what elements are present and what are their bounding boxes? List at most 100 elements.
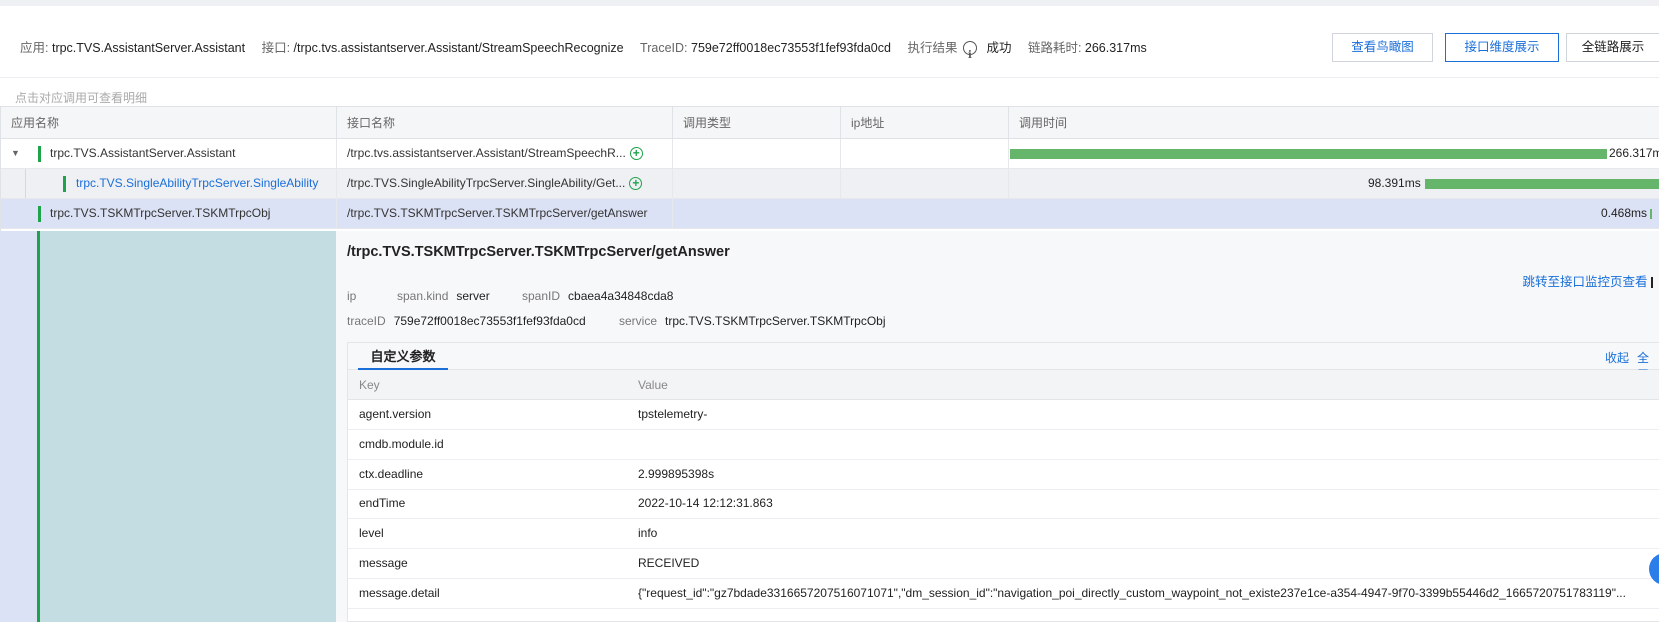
detail-tree-gutter: [0, 231, 336, 622]
info-icon[interactable]: i: [962, 41, 977, 61]
level-marker: [37, 231, 40, 622]
ip-field: ip: [347, 289, 364, 303]
interface-name: /trpc.TVS.SingleAbilityTrpcServer.Single…: [347, 176, 626, 190]
param-key: level: [359, 526, 384, 540]
interface-cell: /trpc.TVS.SingleAbilityTrpcServer.Single…: [337, 169, 673, 198]
spanid-label: spanID: [522, 289, 561, 303]
level-marker: [38, 206, 41, 222]
param-key: message: [359, 556, 408, 570]
param-key: ctx.deadline: [359, 467, 424, 481]
ip-cell: [841, 169, 1009, 198]
custom-params-panel: 自定义参数 收起 全屏 Key Value agent.version tpst…: [347, 342, 1659, 622]
duration-label: 98.391ms: [1368, 176, 1421, 190]
traceid-label: traceID: [347, 314, 386, 328]
param-value: info: [638, 526, 658, 540]
ip-cell: [841, 139, 1009, 168]
span-kind-label: span.kind: [397, 289, 449, 303]
span-kind-field: span.kind server: [397, 289, 490, 303]
spanid-value: cbaea4a34848cda8: [568, 289, 674, 303]
level-marker: [38, 146, 41, 162]
birdseye-view-button[interactable]: 查看鸟瞰图: [1332, 33, 1433, 62]
service-value: trpc.TVS.TSKMTrpcServer.TSKMTrpcObj: [665, 314, 886, 328]
add-circle-icon[interactable]: +: [629, 147, 643, 161]
traceid-value: 759e72ff0018ec73553f1fef93fda0cd: [393, 314, 586, 328]
monitor-link[interactable]: 跳转至接口监控页查看: [1523, 271, 1659, 290]
app-name-link[interactable]: trpc.TVS.SingleAbilityTrpcServer.SingleA…: [76, 169, 318, 198]
app-cell: trpc.TVS.SingleAbilityTrpcServer.SingleA…: [1, 169, 337, 198]
service-field: service trpc.TVS.TSKMTrpcServer.TSKMTrpcO…: [619, 314, 886, 328]
spanid-field: spanID cbaea4a34848cda8: [522, 289, 673, 303]
param-row: message.detail {"request_id":"gz7bdade33…: [348, 579, 1659, 609]
level-marker: [63, 176, 66, 192]
param-key: cmdb.module.id: [359, 437, 444, 451]
external-link-icon[interactable]: [1651, 277, 1659, 289]
service-label: service: [619, 314, 658, 328]
param-row: message RECEIVED: [348, 549, 1659, 579]
interface-name: /trpc.tvs.assistantserver.Assistant/Stre…: [347, 146, 626, 160]
param-row: ctx.deadline 2.999895398s: [348, 460, 1659, 490]
col-call-type: 调用类型: [673, 107, 841, 139]
latency-value: 266.317ms: [1084, 41, 1147, 55]
params-header: Key Value: [348, 370, 1659, 400]
click-hint: 点击对应调用可查看明细: [15, 91, 148, 105]
table-row[interactable]: trpc.TVS.SingleAbilityTrpcServer.SingleA…: [1, 169, 1659, 199]
col-interface-name: 接口名称: [337, 107, 673, 139]
duration-bar: [1010, 149, 1607, 159]
param-row: level info: [348, 519, 1659, 549]
add-circle-icon[interactable]: +: [629, 177, 643, 191]
timeline-cell: 266.317m: [1009, 139, 1659, 168]
col-key: Key: [359, 378, 380, 392]
interface-value: /trpc.tvs.assistantserver.Assistant/Stre…: [293, 41, 624, 55]
ip-label: ip: [347, 289, 357, 303]
full-chain-button[interactable]: 全链路展示: [1566, 33, 1659, 62]
param-row: agent.version tpstelemetry-: [348, 400, 1659, 430]
duration-bar: [1425, 179, 1659, 189]
duration-label: 266.317m: [1609, 146, 1659, 160]
trace-info-bar: 应用: trpc.TVS.AssistantServer.Assistant 接…: [0, 6, 1659, 78]
table-header: 应用名称 接口名称 调用类型 ip地址 调用时间: [1, 107, 1659, 139]
param-key: message.detail: [359, 586, 440, 600]
call-type-cell: [673, 139, 841, 168]
timeline-cell: 0.468ms: [1009, 199, 1659, 228]
param-value: {"request_id":"gz7bdade33166572075160710…: [638, 586, 1626, 600]
col-value: Value: [638, 378, 668, 392]
traceid-field: traceID 759e72ff0018ec73553f1fef93fda0cd: [347, 314, 586, 328]
call-type-cell: [673, 199, 841, 228]
app-name: trpc.TVS.AssistantServer.Assistant: [50, 146, 236, 160]
interface-cell: /trpc.TVS.TSKMTrpcServer.TSKMTrpcServer/…: [337, 199, 673, 228]
table-row[interactable]: ▼ trpc.TVS.AssistantServer.Assistant /tr…: [1, 139, 1659, 169]
timeline-cell: 98.391ms: [1009, 169, 1659, 198]
collapse-link[interactable]: 收起: [1605, 349, 1629, 366]
app-name: trpc.TVS.TSKMTrpcServer.TSKMTrpcObj: [50, 206, 271, 220]
app-cell: trpc.TVS.TSKMTrpcServer.TSKMTrpcObj: [1, 199, 337, 228]
caret-down-icon[interactable]: ▼: [11, 139, 20, 168]
app-value: trpc.TVS.AssistantServer.Assistant: [51, 41, 246, 55]
traceid-label: TraceID:: [640, 41, 688, 55]
span-detail-panel: /trpc.TVS.TSKMTrpcServer.TSKMTrpcServer/…: [336, 231, 1659, 622]
col-app-name: 应用名称: [1, 107, 337, 139]
interface-dimension-button[interactable]: 接口维度展示: [1445, 33, 1559, 62]
app-cell: ▼ trpc.TVS.AssistantServer.Assistant: [1, 139, 337, 168]
interface-label: 接口:: [261, 41, 291, 55]
interface-name: /trpc.TVS.TSKMTrpcServer.TSKMTrpcServer/…: [347, 206, 648, 220]
trace-meta: 应用: trpc.TVS.AssistantServer.Assistant 接…: [20, 34, 1160, 62]
col-ip-address: ip地址: [841, 107, 1009, 139]
ip-cell: [841, 199, 1009, 228]
duration-bar: [1650, 209, 1652, 219]
col-call-time: 调用时间: [1019, 116, 1068, 130]
result-label: 执行结果: [907, 41, 958, 55]
tab-custom-params[interactable]: 自定义参数: [358, 343, 448, 370]
call-type-cell: [673, 169, 841, 198]
latency-label: 链路耗时:: [1027, 41, 1082, 55]
result-value: 成功: [986, 41, 1012, 55]
param-row: endTime 2022-10-14 12:12:31.863: [348, 489, 1659, 519]
param-key: agent.version: [359, 407, 432, 421]
param-value: 2022-10-14 12:12:31.863: [638, 496, 773, 510]
table-row-selected[interactable]: trpc.TVS.TSKMTrpcServer.TSKMTrpcObj /trp…: [1, 199, 1659, 229]
traceid-value: 759e72ff0018ec73553f1fef93fda0cd: [691, 41, 891, 55]
param-value: RECEIVED: [638, 556, 700, 570]
param-key: endTime: [359, 496, 406, 510]
span-title: /trpc.TVS.TSKMTrpcServer.TSKMTrpcServer/…: [347, 244, 730, 260]
params-tabbar: 自定义参数 收起 全屏: [348, 343, 1659, 382]
param-value: 2.999895398s: [638, 467, 715, 481]
